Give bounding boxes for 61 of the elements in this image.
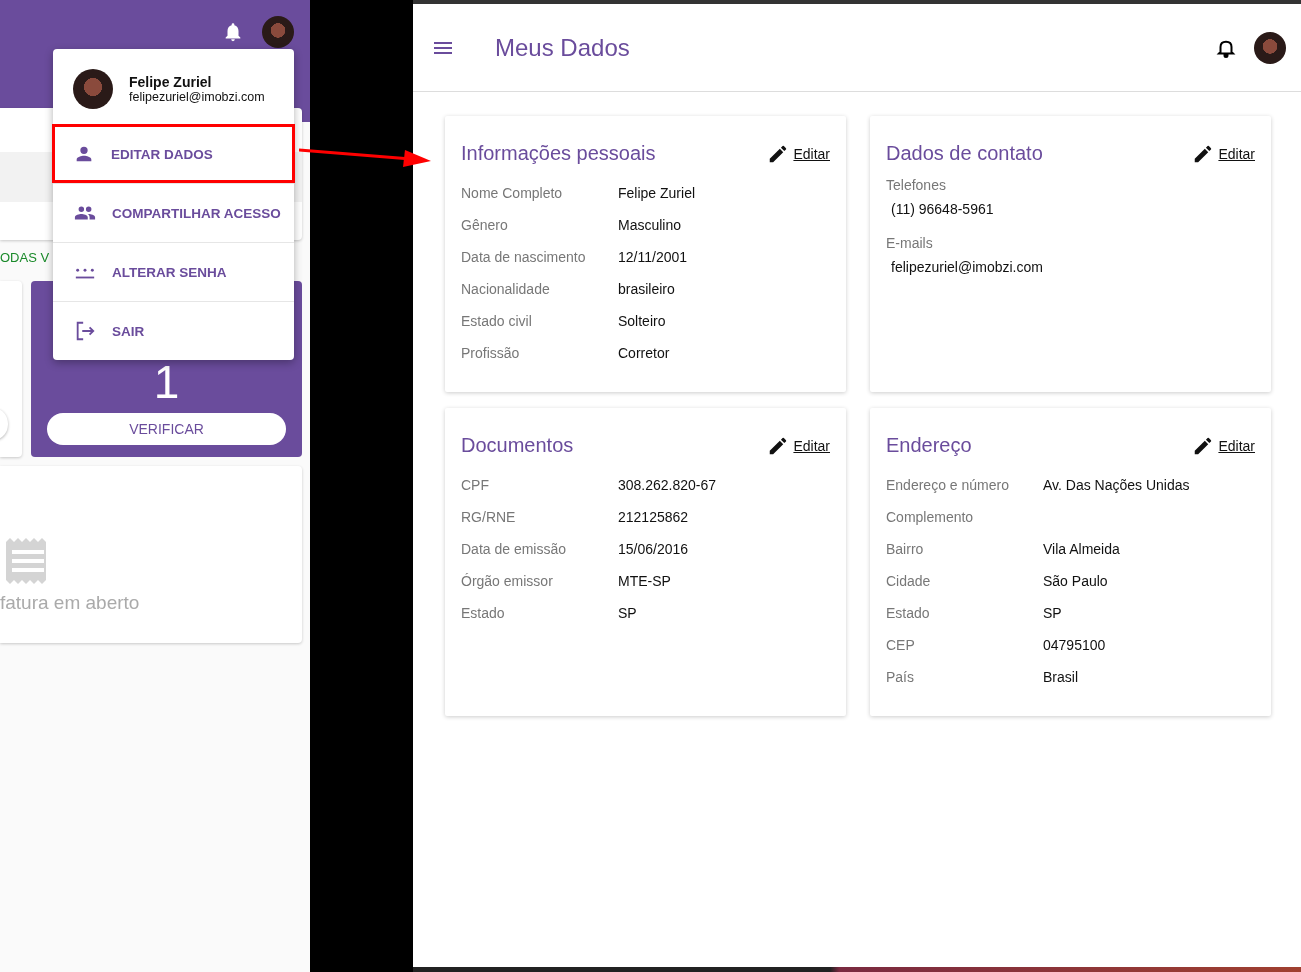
logout-icon bbox=[74, 320, 96, 342]
field-label: E-mails bbox=[886, 235, 934, 251]
field-value: 308.262.820-67 bbox=[618, 477, 717, 493]
field-label: Nacionalidade bbox=[461, 281, 551, 297]
avatar bbox=[73, 69, 113, 109]
field-label: Profissão bbox=[461, 345, 521, 361]
edit-link[interactable]: Editar bbox=[1192, 143, 1255, 165]
field-value: Felipe Zuriel bbox=[618, 185, 696, 201]
field-label: Bairro bbox=[886, 541, 925, 557]
edit-link[interactable]: Editar bbox=[767, 143, 830, 165]
field-label: Órgão emissor bbox=[461, 573, 554, 589]
link-text[interactable]: ODAS V bbox=[0, 250, 50, 265]
field-label: Estado civil bbox=[461, 313, 533, 329]
field-value: MTE-SP bbox=[618, 573, 671, 589]
field-label: Complemento bbox=[886, 509, 975, 525]
card-title: Endereço bbox=[886, 434, 972, 457]
field-label: Data de emissão bbox=[461, 541, 568, 557]
edit-link[interactable]: Editar bbox=[1192, 435, 1255, 457]
page-title: Meus Dados bbox=[495, 33, 630, 62]
edit-link[interactable]: Editar bbox=[767, 435, 830, 457]
field-value: 212125862 bbox=[618, 509, 689, 525]
field-value: Corretor bbox=[618, 345, 670, 361]
card-title: Documentos bbox=[461, 434, 574, 457]
field-value: 12/11/2001 bbox=[618, 249, 688, 265]
field-label: Estado bbox=[886, 605, 931, 621]
field-value: São Paulo bbox=[1043, 573, 1108, 589]
field-label: CPF bbox=[461, 477, 490, 493]
field-value: Brasil bbox=[1043, 669, 1078, 685]
field-label: País bbox=[886, 669, 915, 685]
menu-item[interactable]: SAIR bbox=[53, 301, 294, 360]
field-value: Av. Das Nações Unidas bbox=[1043, 477, 1190, 493]
field-value: Solteiro bbox=[618, 313, 666, 329]
count-value: 1 bbox=[153, 359, 180, 405]
field-value: Vila Almeida bbox=[1043, 541, 1120, 557]
card-title: Dados de contato bbox=[886, 142, 1043, 165]
card-title: Informações pessoais bbox=[461, 142, 656, 165]
field-label: Gênero bbox=[461, 217, 509, 233]
menu-item[interactable]: ALTERAR SENHA bbox=[53, 242, 294, 301]
field-label: Cidade bbox=[886, 573, 932, 589]
field-value: felipezuriel@imobzi.com bbox=[891, 259, 1044, 275]
field-value: 15/06/2016 bbox=[618, 541, 689, 557]
field-label: CEP bbox=[886, 637, 916, 653]
user-name: Felipe Zuriel bbox=[129, 74, 213, 90]
field-label: Estado bbox=[461, 605, 506, 621]
verify-button[interactable]: VERIFICAR bbox=[47, 413, 286, 445]
field-value: brasileiro bbox=[618, 281, 675, 297]
field-value: 04795100 bbox=[1043, 637, 1106, 653]
field-label: RG/RNE bbox=[461, 509, 517, 525]
field-value: Masculino bbox=[618, 217, 682, 233]
field-label: Endereço e número bbox=[886, 477, 1010, 493]
menu-item[interactable]: COMPARTILHAR ACESSO bbox=[53, 183, 294, 242]
field-value: (11) 96648-5961 bbox=[891, 201, 995, 217]
field-label: Nome Completo bbox=[461, 185, 564, 201]
field-label: Data de nascimento bbox=[461, 249, 587, 265]
empty-state-text: fatura em aberto bbox=[0, 592, 141, 614]
field-value: SP bbox=[618, 605, 637, 621]
menu-item[interactable]: EDITAR DADOS bbox=[52, 124, 295, 183]
field-value: SP bbox=[1043, 605, 1062, 621]
user-email: felipezuriel@imobzi.com bbox=[129, 90, 265, 104]
avatar[interactable] bbox=[1254, 31, 1286, 64]
field-label: Telefones bbox=[886, 177, 947, 193]
